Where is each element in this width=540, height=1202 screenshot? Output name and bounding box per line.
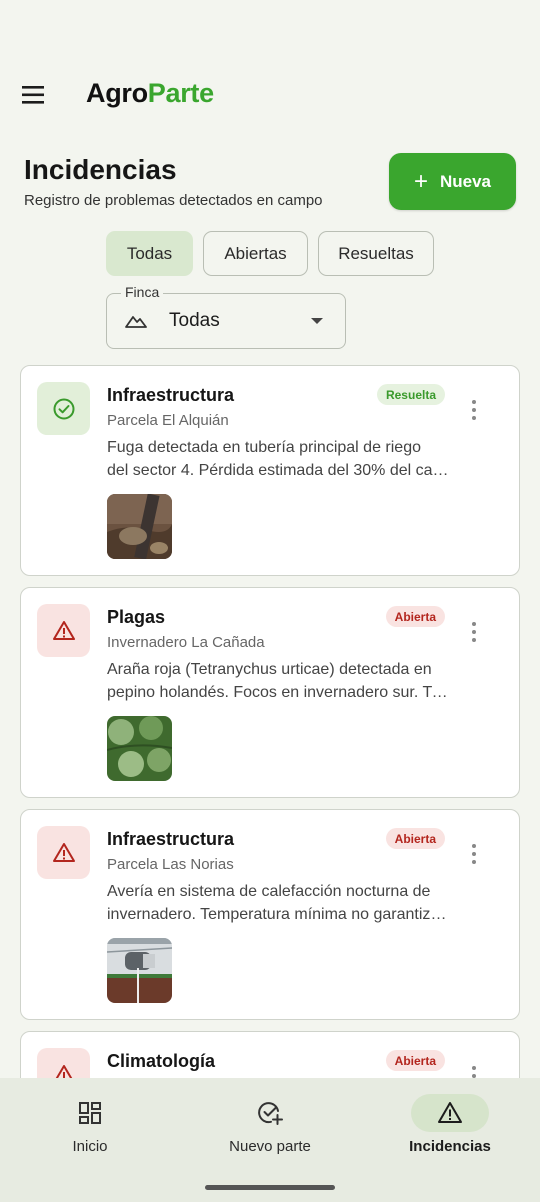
incident-location: Invernadero La Cañada [107, 634, 265, 651]
incident-description-line: Avería en sistema de calefacción nocturn… [107, 883, 431, 900]
incident-card[interactable]: Plagas Invernadero La Cañada Abierta Ara… [20, 587, 520, 798]
status-badge: Abierta [385, 828, 445, 849]
status-filter-chips: Todas Abiertas Resueltas [106, 231, 434, 276]
incident-description: Avería en sistema de calefacción nocturn… [107, 881, 451, 926]
new-incident-button[interactable]: + Nueva [389, 153, 516, 210]
incident-description-line: Fuga detectada en tubería principal de r… [107, 439, 421, 456]
incident-description-line: pepino holandés. Focos en invernadero su… [107, 683, 451, 701]
filter-chip-resueltas[interactable]: Resueltas [318, 231, 434, 276]
finca-value: Todas [169, 310, 220, 331]
incident-status-icon-box [37, 604, 90, 657]
page-subtitle: Registro de problemas detectados en camp… [24, 192, 323, 209]
plus-icon: + [413, 167, 428, 195]
more-vert-icon[interactable] [471, 622, 477, 644]
app-bar: AgroParte [0, 70, 540, 120]
finca-label: Finca [121, 284, 164, 300]
nav-item-nuevo-parte[interactable]: Nuevo parte [180, 1078, 360, 1178]
home-indicator[interactable] [205, 1185, 335, 1190]
incident-location: Parcela El Alquián [107, 412, 229, 429]
incident-category: Climatología [107, 1051, 216, 1071]
finca-select[interactable]: Finca Todas [106, 284, 346, 349]
nav-item-inicio[interactable]: Inicio [0, 1078, 180, 1178]
brand-part-agro: Agro [86, 78, 148, 108]
page-title: Incidencias [24, 154, 177, 185]
more-vert-icon[interactable] [471, 844, 477, 866]
brand-part-parte: Parte [147, 78, 214, 108]
incident-description-line: Araña roja (Tetranychus urticae) detecta… [107, 661, 432, 678]
incident-photo[interactable] [107, 494, 172, 559]
incident-description-line: invernadero. Temperatura mínima no garan… [107, 905, 451, 923]
incident-card[interactable]: Infraestructura Parcela Las Norias Abier… [20, 809, 520, 1020]
warning-triangle-icon [52, 620, 75, 640]
filter-chip-todas[interactable]: Todas [106, 231, 193, 276]
incident-description-line: del sector 4. Pérdida estimada del 30% d… [107, 461, 451, 479]
check-circle-icon [53, 398, 74, 419]
nav-label: Nuevo parte [229, 1138, 311, 1155]
incident-status-icon-box [37, 382, 90, 435]
dashboard-icon [79, 1102, 101, 1124]
incident-card[interactable]: Infraestructura Parcela El Alquián Resue… [20, 365, 520, 576]
status-badge: Resuelta [376, 384, 445, 405]
more-vert-icon[interactable] [471, 400, 477, 422]
nav-item-incidencias[interactable]: Incidencias [360, 1078, 540, 1178]
incident-photo[interactable] [107, 716, 172, 781]
incident-status-icon-box [37, 826, 90, 879]
nav-label: Inicio [72, 1138, 108, 1155]
incident-category: Infraestructura [107, 385, 235, 405]
incident-description: Araña roja (Tetranychus urticae) detecta… [107, 659, 451, 704]
warning-triangle-icon [52, 842, 75, 862]
incident-location: Parcela Las Norias [107, 856, 234, 873]
brand-logo: AgroParte [86, 78, 214, 109]
incident-description: Fuga detectada en tubería principal de r… [107, 437, 451, 482]
bottom-navigation: Inicio Nuevo parte Incidencias [0, 1078, 540, 1202]
menu-icon[interactable] [22, 84, 46, 106]
incident-photo[interactable] [107, 938, 172, 1003]
nav-label: Incidencias [409, 1138, 491, 1155]
new-button-label: Nueva [439, 171, 492, 191]
status-bar [0, 0, 540, 56]
incident-category: Infraestructura [107, 829, 235, 849]
add-check-icon [258, 1102, 283, 1125]
dropdown-caret-icon [311, 318, 323, 324]
warning-triangle-icon [438, 1102, 462, 1123]
terrain-icon [125, 316, 147, 328]
status-badge: Abierta [385, 1050, 445, 1071]
incident-category: Plagas [107, 607, 166, 627]
filter-chip-abiertas[interactable]: Abiertas [203, 231, 308, 276]
status-badge: Abierta [385, 606, 445, 627]
